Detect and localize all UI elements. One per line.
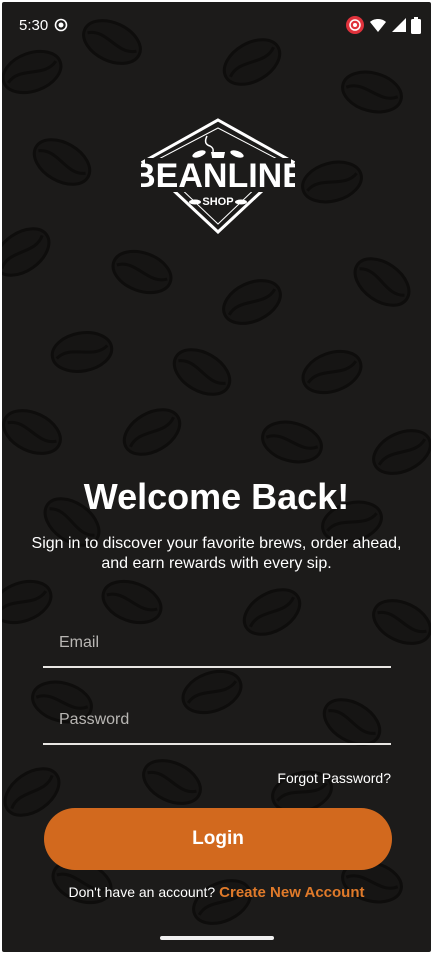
status-bar: 5:30 <box>2 2 431 50</box>
cast-record-icon <box>346 16 364 34</box>
email-input[interactable] <box>43 622 391 664</box>
home-indicator[interactable] <box>160 936 274 940</box>
signup-prompt: Don't have an account? <box>68 884 216 900</box>
welcome-title: Welcome Back! <box>83 476 350 517</box>
login-button[interactable]: Login <box>44 808 392 870</box>
svg-text:SHOP: SHOP <box>202 196 233 208</box>
media-record-icon <box>54 18 68 32</box>
email-underline <box>43 666 391 668</box>
forgot-password-link[interactable]: Forgot Password? <box>277 770 391 786</box>
welcome-subtitle: Sign in to discover your favorite brews,… <box>31 535 402 572</box>
password-field <box>43 699 391 745</box>
password-underline <box>43 743 391 745</box>
beanline-logo: BEANLINE SHOP <box>141 118 295 234</box>
email-field <box>43 622 391 668</box>
wifi-icon <box>370 19 386 32</box>
create-account-link[interactable]: Create New Account <box>219 884 364 901</box>
battery-icon <box>411 16 421 34</box>
signup-row: Don't have an account? Create New Account <box>2 884 431 901</box>
password-input[interactable] <box>43 699 391 741</box>
svg-text:BEANLINE: BEANLINE <box>141 157 295 195</box>
status-time: 5:30 <box>19 17 49 34</box>
login-screen: 5:30 BEANLINE SHOP Welcome Back! Sign in… <box>2 2 431 952</box>
cellular-signal-icon <box>392 18 406 32</box>
